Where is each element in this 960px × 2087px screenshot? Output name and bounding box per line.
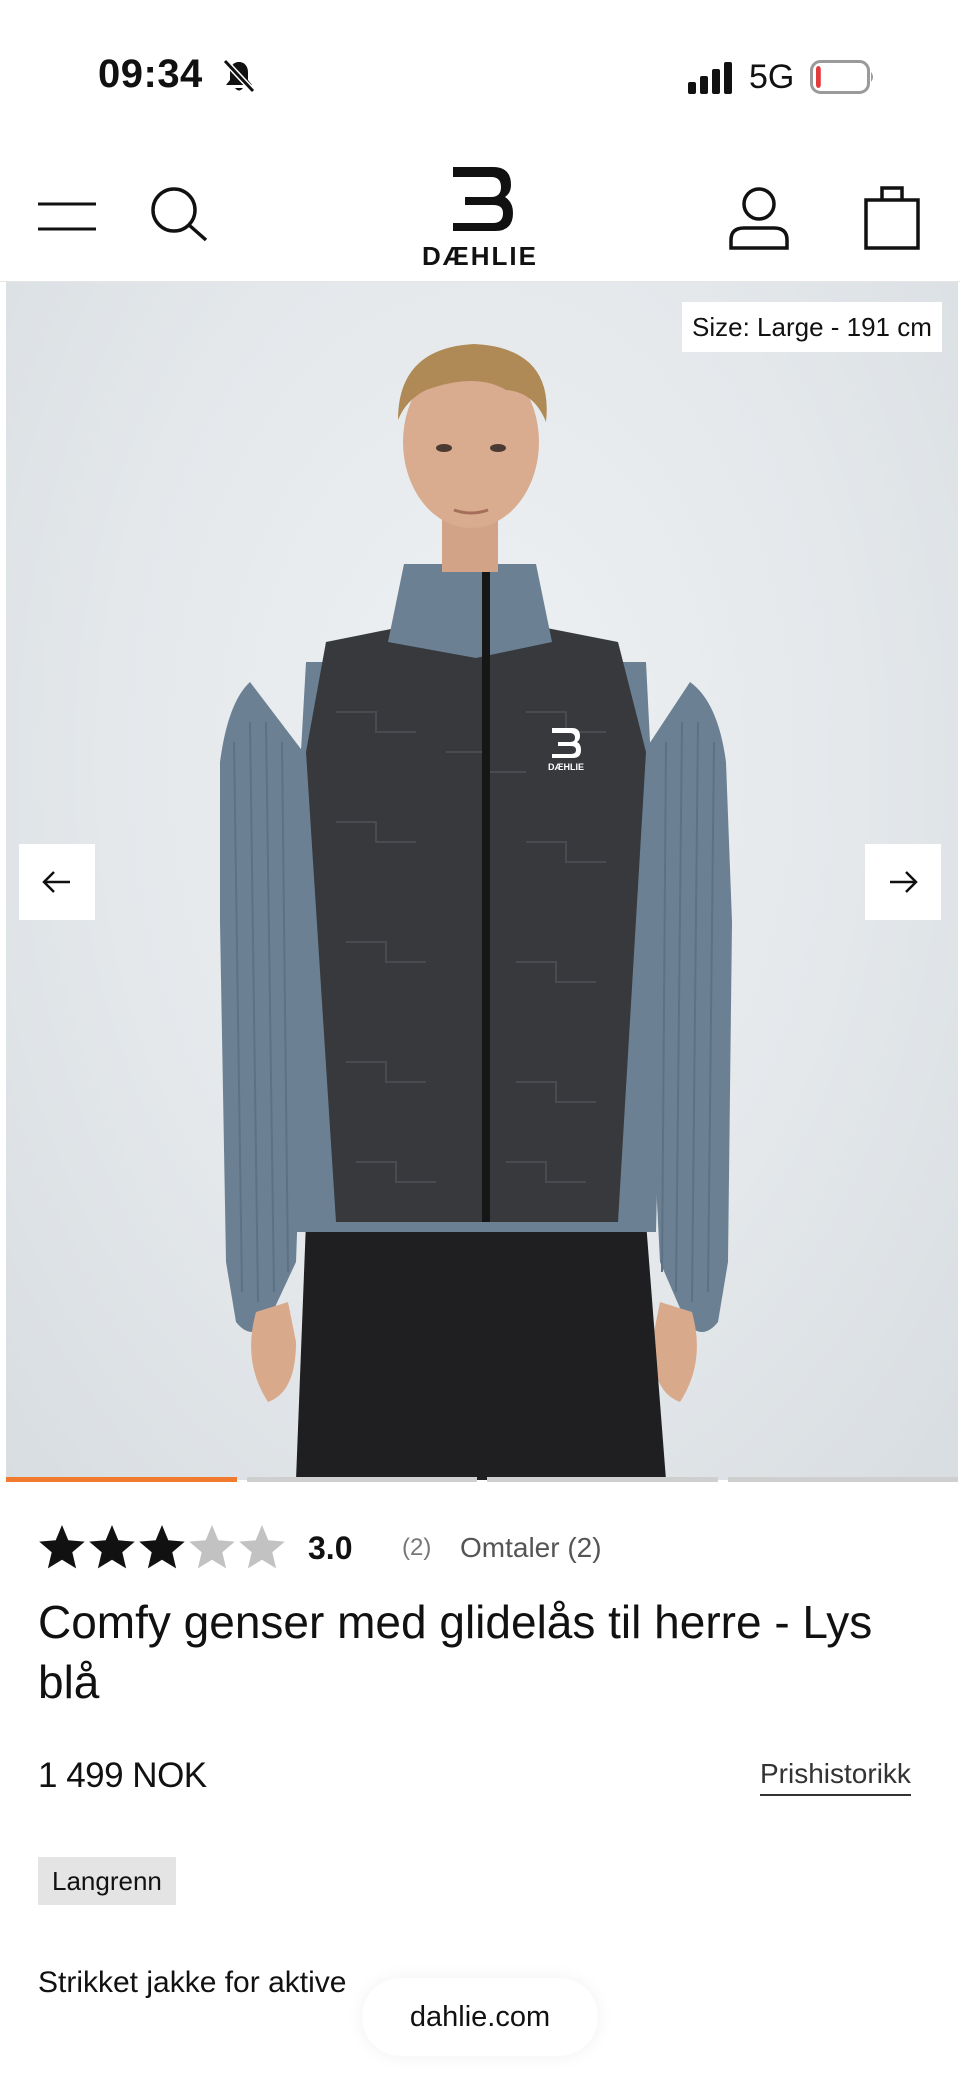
- gallery-progress-segment: [487, 1477, 718, 1482]
- gallery-progress-segment: [246, 1477, 477, 1482]
- product-photo: DÆHLIE: [220, 344, 732, 1480]
- product-title: Comfy genser med glidelås til herre - Ly…: [38, 1596, 873, 1708]
- gallery-next-button[interactable]: [865, 844, 941, 920]
- shopping-bag-icon[interactable]: [862, 182, 922, 250]
- star-rating: [39, 1525, 285, 1569]
- search-icon[interactable]: [148, 184, 210, 246]
- arrow-left-icon: [42, 871, 70, 893]
- product-price: 1 499 NOK: [38, 1756, 207, 1795]
- rating-value: 3.0: [308, 1530, 353, 1566]
- category-tag[interactable]: Langrenn: [38, 1857, 176, 1905]
- star-filled-icon: [89, 1525, 135, 1569]
- gallery-progress-segment: [6, 1477, 237, 1482]
- status-bar: 09:34 5G: [0, 0, 960, 150]
- brand-logo[interactable]: DÆHLIE: [415, 165, 545, 275]
- brand-logo-mark: [453, 167, 513, 231]
- browser-url-pill[interactable]: dahlie.com: [362, 1978, 598, 2056]
- reviews-link[interactable]: Omtaler (2): [460, 1532, 602, 1564]
- user-icon[interactable]: [726, 184, 792, 250]
- status-time: 09:34: [98, 52, 203, 96]
- signal-icon: [688, 62, 732, 94]
- product-image-gallery[interactable]: DÆHLIE Size: Large - 191 cm: [6, 282, 958, 1480]
- site-header: DÆHLIE: [0, 150, 960, 282]
- bell-muted-icon: [222, 58, 256, 94]
- gallery-progress-segment: [727, 1477, 958, 1482]
- brand-logo-text: DÆHLIE: [422, 241, 538, 271]
- star-empty-icon: [239, 1525, 285, 1569]
- size-badge: Size: Large - 191 cm: [682, 302, 942, 352]
- star-empty-icon: [189, 1525, 235, 1569]
- gallery-progress-indicator: [6, 1477, 958, 1482]
- star-filled-icon: [139, 1525, 185, 1569]
- menu-icon[interactable]: [36, 200, 98, 234]
- network-label: 5G: [749, 58, 795, 96]
- gallery-prev-button[interactable]: [19, 844, 95, 920]
- arrow-right-icon: [890, 871, 918, 893]
- price-history-link[interactable]: Prishistorikk: [760, 1758, 911, 1796]
- battery-icon: [810, 60, 873, 94]
- jacket-logo-text: DÆHLIE: [548, 762, 584, 772]
- rating-row: 3.0 (2) Omtaler (2): [38, 1520, 938, 1576]
- rating-count: (2): [402, 1534, 432, 1561]
- battery-fill: [816, 66, 821, 88]
- product-description: Strikket jakke for aktive: [38, 1966, 347, 1999]
- star-filled-icon: [39, 1525, 85, 1569]
